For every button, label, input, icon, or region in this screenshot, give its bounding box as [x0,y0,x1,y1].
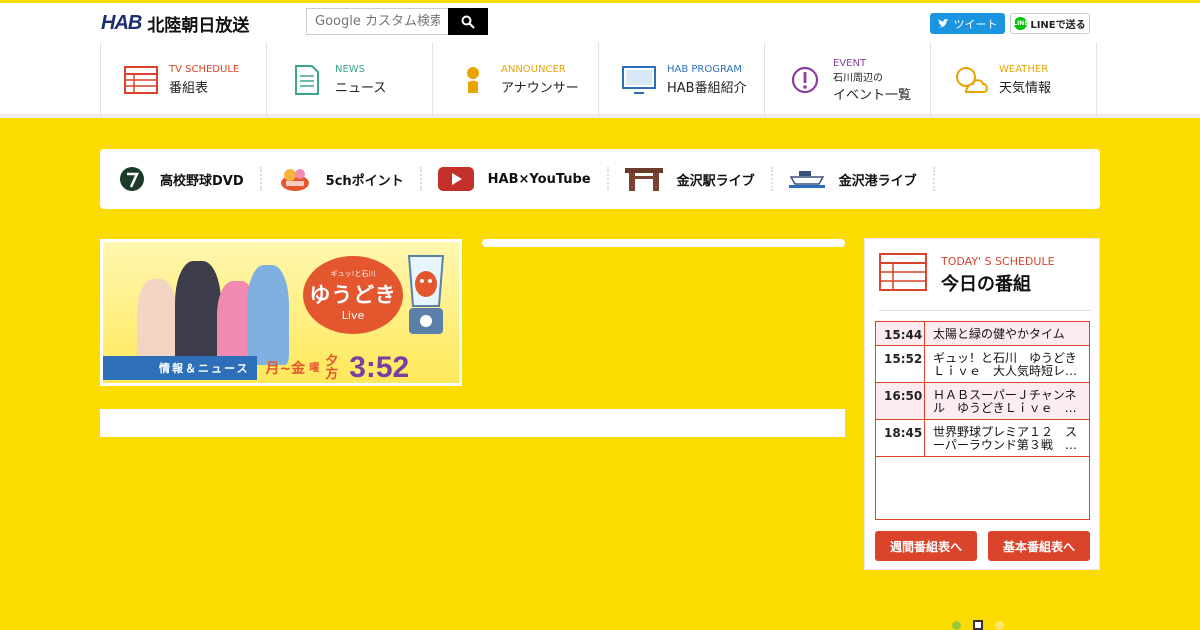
schedule-row[interactable]: 15:44 太陽と緑の健やかタイム [876,322,1089,346]
todays-schedule-panel: TODAY' S SCHEDULE 今日の番組 15:44 太陽と緑の健やかタイ… [864,238,1100,570]
quick-link-5ch-point[interactable]: 5chポイント [278,167,422,191]
schedule-title: ＨＡＢスーパーＪチャンネル ゆうどきＬｉｖｅ … [933,388,1077,415]
tweet-label: ツイート [953,17,998,31]
carousel-dot[interactable] [952,620,961,630]
quick-link-kanazawa-port[interactable]: 金沢港ライブ [788,167,935,191]
tv-icon [621,62,657,98]
weather-icon [953,62,989,98]
schedule-row[interactable]: 16:50 ＨＡＢスーパーＪチャンネル ゆうどきＬｉｖｅ … [876,383,1089,420]
baseball-icon [118,165,146,193]
nav-en-label: ANNOUNCER [501,64,566,75]
schedule-list[interactable]: 15:44 太陽と緑の健やかタイム 15:52 ギュッ！と石川 ゆうどきＬｉｖｅ… [875,321,1090,520]
schedule-title-en: TODAY' S SCHEDULE [941,255,1055,268]
program-logo-main: ゆうどき [309,282,397,307]
site-logo[interactable]: HAB 北陸朝日放送 [101,11,249,36]
quick-link-label: 金沢港ライブ [838,173,917,189]
nav-item-weather[interactable]: WEATHER 天気情報 [931,42,1097,118]
host-figure [247,265,289,365]
nav-item-hab-program[interactable]: HAB PROGRAM HAB番組紹介 [599,42,765,118]
station-gate-icon [624,167,663,191]
quick-link-label: 高校野球DVD [160,173,244,189]
banner-days: 月~金 [265,361,306,377]
announcer-icon [455,62,491,98]
point-icon [278,166,312,192]
search-form [306,8,488,35]
nav-en-label: EVENT [833,57,867,69]
search-button[interactable] [448,8,488,35]
banner-strip: 情報＆ニュース 月~金 曜 夕方 3:52 [103,351,459,383]
banner-news-label: 情報＆ニュース [103,356,258,380]
nav-item-news[interactable]: NEWS ニュース [267,42,433,118]
schedule-title-ja: 今日の番組 [941,274,1031,295]
program-banner[interactable]: ギュッ!と石川 ゆうどき Live 情報＆ニュース 月~金 曜 夕方 3:52 [100,239,462,386]
nav-ja-label: HAB番組紹介 [667,81,747,96]
quick-link-label: 金沢駅ライブ [676,173,755,189]
schedule-row[interactable]: 18:45 世界野球プレミア１２ スーパーラウンド第３戦 … [876,420,1089,457]
banner-evening: 夕方 [325,354,339,382]
schedule-title: 世界野球プレミア１２ スーパーラウンド第３戦 … [933,425,1078,452]
quick-link-label: HAB×YouTube [487,171,591,187]
search-icon [461,15,475,29]
nav-ja-label: 天気情報 [999,81,1052,96]
program-logo: ギュッ!と石川 ゆうどき Live [303,256,403,334]
schedule-icon [879,253,927,291]
event-icon [787,62,823,98]
nav-item-event[interactable]: EVENT 石川周辺の イベント一覧 [765,42,931,118]
blender-mascot-icon [407,255,445,334]
basic-schedule-button[interactable]: 基本番組表へ [988,531,1090,561]
nav-ja-label: アナウンサー [501,81,579,96]
line-label: LINEで送る [1030,20,1086,31]
logo-mark: HAB [101,12,142,34]
program-logo-live: Live [341,308,365,322]
quick-link-kanazawa-station[interactable]: 金沢駅ライブ [624,167,773,191]
logo-text: 北陸朝日放送 [147,16,250,36]
nav-item-tv-schedule[interactable]: TV SCHEDULE 番組表 [101,42,267,118]
nav-ja-label: イベント一覧 [833,87,912,103]
banner-time: 3:52 [349,351,410,383]
nav-ja-label: 番組表 [169,81,209,96]
banner-days-suffix: 曜 [309,362,320,374]
quick-link-baseball-dvd[interactable]: 高校野球DVD [118,167,262,191]
nav-en-label: HAB PROGRAM [667,64,743,75]
main-nav: TV SCHEDULE 番組表 NEWS ニュース ANNOUNCER アナウン… [0,42,1200,118]
quick-links-bar: 高校野球DVD 5chポイント HAB×YouTube 金沢駅ライブ 金沢港ライ… [100,149,1100,209]
nav-sub-label: 石川周辺の [833,72,883,84]
schedule-time: 15:52 [876,346,925,382]
nav-item-announcer[interactable]: ANNOUNCER アナウンサー [433,42,599,118]
schedule-time: 18:45 [876,420,925,456]
schedule-header: TODAY' S SCHEDULE 今日の番組 [879,251,1091,311]
ship-icon [788,169,825,189]
nav-en-label: TV SCHEDULE [169,64,240,75]
schedule-time: 15:44 [876,322,925,345]
search-input[interactable] [306,8,448,35]
nav-en-label: WEATHER [999,64,1049,75]
tweet-button[interactable]: ツイート [930,13,1005,34]
placeholder-panel [100,409,845,437]
twitter-bird-icon [937,18,948,27]
schedule-title: ギュッ！と石川 ゆうどきＬｉｖｅ 大人気時短レ… [933,351,1078,378]
quick-link-youtube[interactable]: HAB×YouTube [437,167,609,191]
placeholder-bar [482,239,845,247]
host-figure [175,261,221,365]
line-share-button[interactable]: LINE LINEで送る [1010,13,1090,34]
carousel-dot[interactable] [973,620,983,630]
banner-image: ギュッ!と石川 ゆうどき Live 情報＆ニュース 月~金 曜 夕方 3:52 [103,242,459,383]
quick-link-label: 5chポイント [325,173,404,189]
schedule-title: 太陽と緑の健やかタイム [933,327,1065,341]
line-icon: LINE [1013,17,1028,30]
carousel-dot[interactable] [995,620,1004,630]
weekly-schedule-button[interactable]: 週間番組表へ [875,531,977,561]
schedule-icon [123,62,159,98]
top-header: HAB 北陸朝日放送 ツイート LINE LINEで送る [0,0,1200,42]
program-logo-top: ギュッ!と石川 [330,269,376,278]
nav-ja-label: ニュース [335,81,387,96]
youtube-icon [437,167,474,191]
carousel-indicators [952,620,1004,630]
news-icon [289,62,325,98]
schedule-row[interactable]: 15:52 ギュッ！と石川 ゆうどきＬｉｖｅ 大人気時短レ… [876,346,1089,383]
nav-en-label: NEWS [335,64,366,75]
schedule-time: 16:50 [876,383,925,419]
